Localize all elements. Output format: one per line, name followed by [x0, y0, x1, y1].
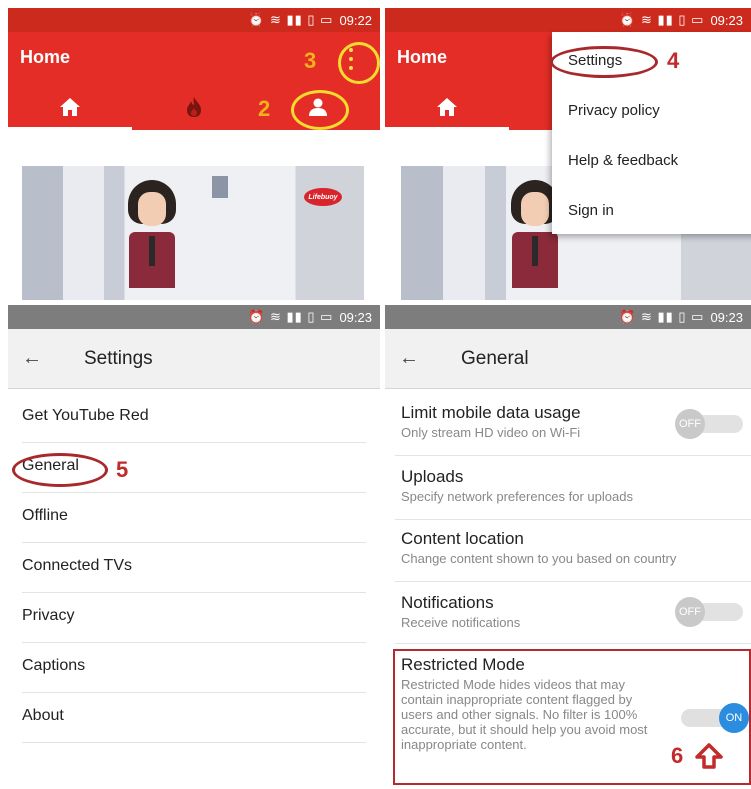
- menu-item-sign-in[interactable]: Sign in: [568, 202, 614, 219]
- status-icons: ⏰ ≋ ▮▮ ▯ ▭: [619, 309, 705, 324]
- settings-item-privacy[interactable]: Privacy: [22, 593, 366, 643]
- pref-subtitle: Specify network preferences for uploads: [401, 489, 633, 504]
- toggle-label: ON: [719, 703, 749, 733]
- settings-item-about[interactable]: About: [22, 693, 366, 743]
- pref-subtitle: Receive notifications: [401, 615, 521, 630]
- toggle-label: OFF: [675, 409, 705, 439]
- tab-home[interactable]: [8, 84, 132, 130]
- status-icons: ⏰ ≋ ▮▮ ▯ ▭: [248, 12, 334, 27]
- general-header: ← General: [385, 329, 751, 389]
- pref-subtitle: Change content shown to you based on cou…: [401, 551, 677, 566]
- status-bar: ⏰ ≋ ▮▮ ▯ ▭ 09:23: [385, 8, 751, 32]
- pref-title: Limit mobile data usage: [401, 403, 581, 422]
- pref-title: Content location: [401, 529, 524, 548]
- page-title: Home: [20, 47, 71, 67]
- status-icons: ⏰ ≋ ▮▮ ▯ ▭: [248, 309, 334, 324]
- settings-item-offline[interactable]: Offline: [22, 493, 366, 543]
- pref-subtitle: Only stream HD video on Wi-Fi: [401, 425, 581, 440]
- settings-item-captions[interactable]: Captions: [22, 643, 366, 693]
- pref-title: Uploads: [401, 467, 464, 486]
- notifications-toggle[interactable]: OFF: [675, 597, 749, 627]
- pref-limit-mobile-data[interactable]: Limit mobile data usage Only stream HD v…: [401, 403, 661, 441]
- settings-header: ← Settings: [8, 329, 380, 389]
- annotation-number-2: 2: [258, 96, 271, 121]
- tab-trending[interactable]: [132, 84, 256, 130]
- overflow-menu-panel: ⏰ ≋ ▮▮ ▯ ▭ 09:23 Home Settings Privacy p…: [385, 8, 751, 300]
- limit-mobile-data-toggle[interactable]: OFF: [675, 409, 749, 439]
- page-title: Settings: [84, 348, 153, 369]
- pref-content-location[interactable]: Content location Change content shown to…: [401, 529, 739, 567]
- annotation-number-5: 5: [116, 457, 129, 482]
- annotation-ring-overflow: [338, 42, 380, 84]
- menu-item-privacy-policy[interactable]: Privacy policy: [568, 102, 660, 119]
- restricted-mode-toggle[interactable]: ON: [675, 703, 749, 733]
- video-thumbnail[interactable]: Lifebuoy: [22, 166, 364, 300]
- pref-title: Restricted Mode: [401, 655, 525, 674]
- status-bar: ⏰ ≋ ▮▮ ▯ ▭ 09:23: [8, 305, 380, 329]
- pref-notifications[interactable]: Notifications Receive notifications: [401, 593, 661, 631]
- up-arrow-icon: [695, 743, 723, 769]
- toggle-label: OFF: [675, 597, 705, 627]
- tab-indicator: [8, 127, 132, 130]
- general-settings-panel: ⏰ ≋ ▮▮ ▯ ▭ 09:23 ← General Limit mobile …: [385, 305, 751, 789]
- app-bar: Home: [8, 32, 380, 84]
- annotation-ring-general: [12, 453, 108, 487]
- status-bar: ⏰ ≋ ▮▮ ▯ ▭ 09:22: [8, 8, 380, 32]
- status-bar: ⏰ ≋ ▮▮ ▯ ▭ 09:23: [385, 305, 751, 329]
- status-time: 09:23: [710, 12, 743, 28]
- flame-icon: [187, 97, 201, 117]
- annotation-number-6: 6: [671, 743, 684, 768]
- menu-item-help-feedback[interactable]: Help & feedback: [568, 152, 678, 169]
- status-time: 09:23: [339, 309, 372, 325]
- status-time: 09:23: [710, 309, 743, 325]
- status-time: 09:22: [339, 12, 372, 28]
- tab-home[interactable]: [385, 84, 509, 130]
- settings-item-youtube-red[interactable]: Get YouTube Red: [22, 393, 366, 443]
- status-icons: ⏰ ≋ ▮▮ ▯ ▭: [619, 12, 705, 27]
- pref-restricted-mode[interactable]: Restricted Mode Restricted Mode hides vi…: [401, 655, 651, 752]
- annotation-number-4: 4: [667, 48, 680, 73]
- brand-logo: Lifebuoy: [304, 188, 342, 206]
- annotation-ring-settings: [550, 46, 658, 78]
- annotation-number-3: 3: [304, 48, 317, 73]
- back-arrow-icon[interactable]: ←: [22, 347, 42, 370]
- annotation-ring-account: [291, 90, 349, 130]
- pref-subtitle: Restricted Mode hides videos that may co…: [401, 677, 648, 752]
- home-icon: [437, 98, 457, 116]
- page-title: General: [461, 348, 529, 369]
- settings-item-connected-tvs[interactable]: Connected TVs: [22, 543, 366, 593]
- home-screen-panel: ⏰ ≋ ▮▮ ▯ ▭ 09:22 Home 3 2 Lifebuoy: [8, 8, 380, 300]
- tab-indicator: [385, 127, 509, 130]
- back-arrow-icon[interactable]: ←: [399, 347, 419, 370]
- pref-title: Notifications: [401, 593, 494, 612]
- settings-panel: ⏰ ≋ ▮▮ ▯ ▭ 09:23 ← Settings Get YouTube …: [8, 305, 380, 789]
- tutorial-collage: ⏰ ≋ ▮▮ ▯ ▭ 09:22 Home 3 2 Lifebuoy ⏰ ≋ ▮…: [0, 0, 751, 789]
- pref-uploads[interactable]: Uploads Specify network preferences for …: [401, 467, 739, 505]
- home-icon: [60, 98, 80, 116]
- page-title: Home: [397, 47, 448, 67]
